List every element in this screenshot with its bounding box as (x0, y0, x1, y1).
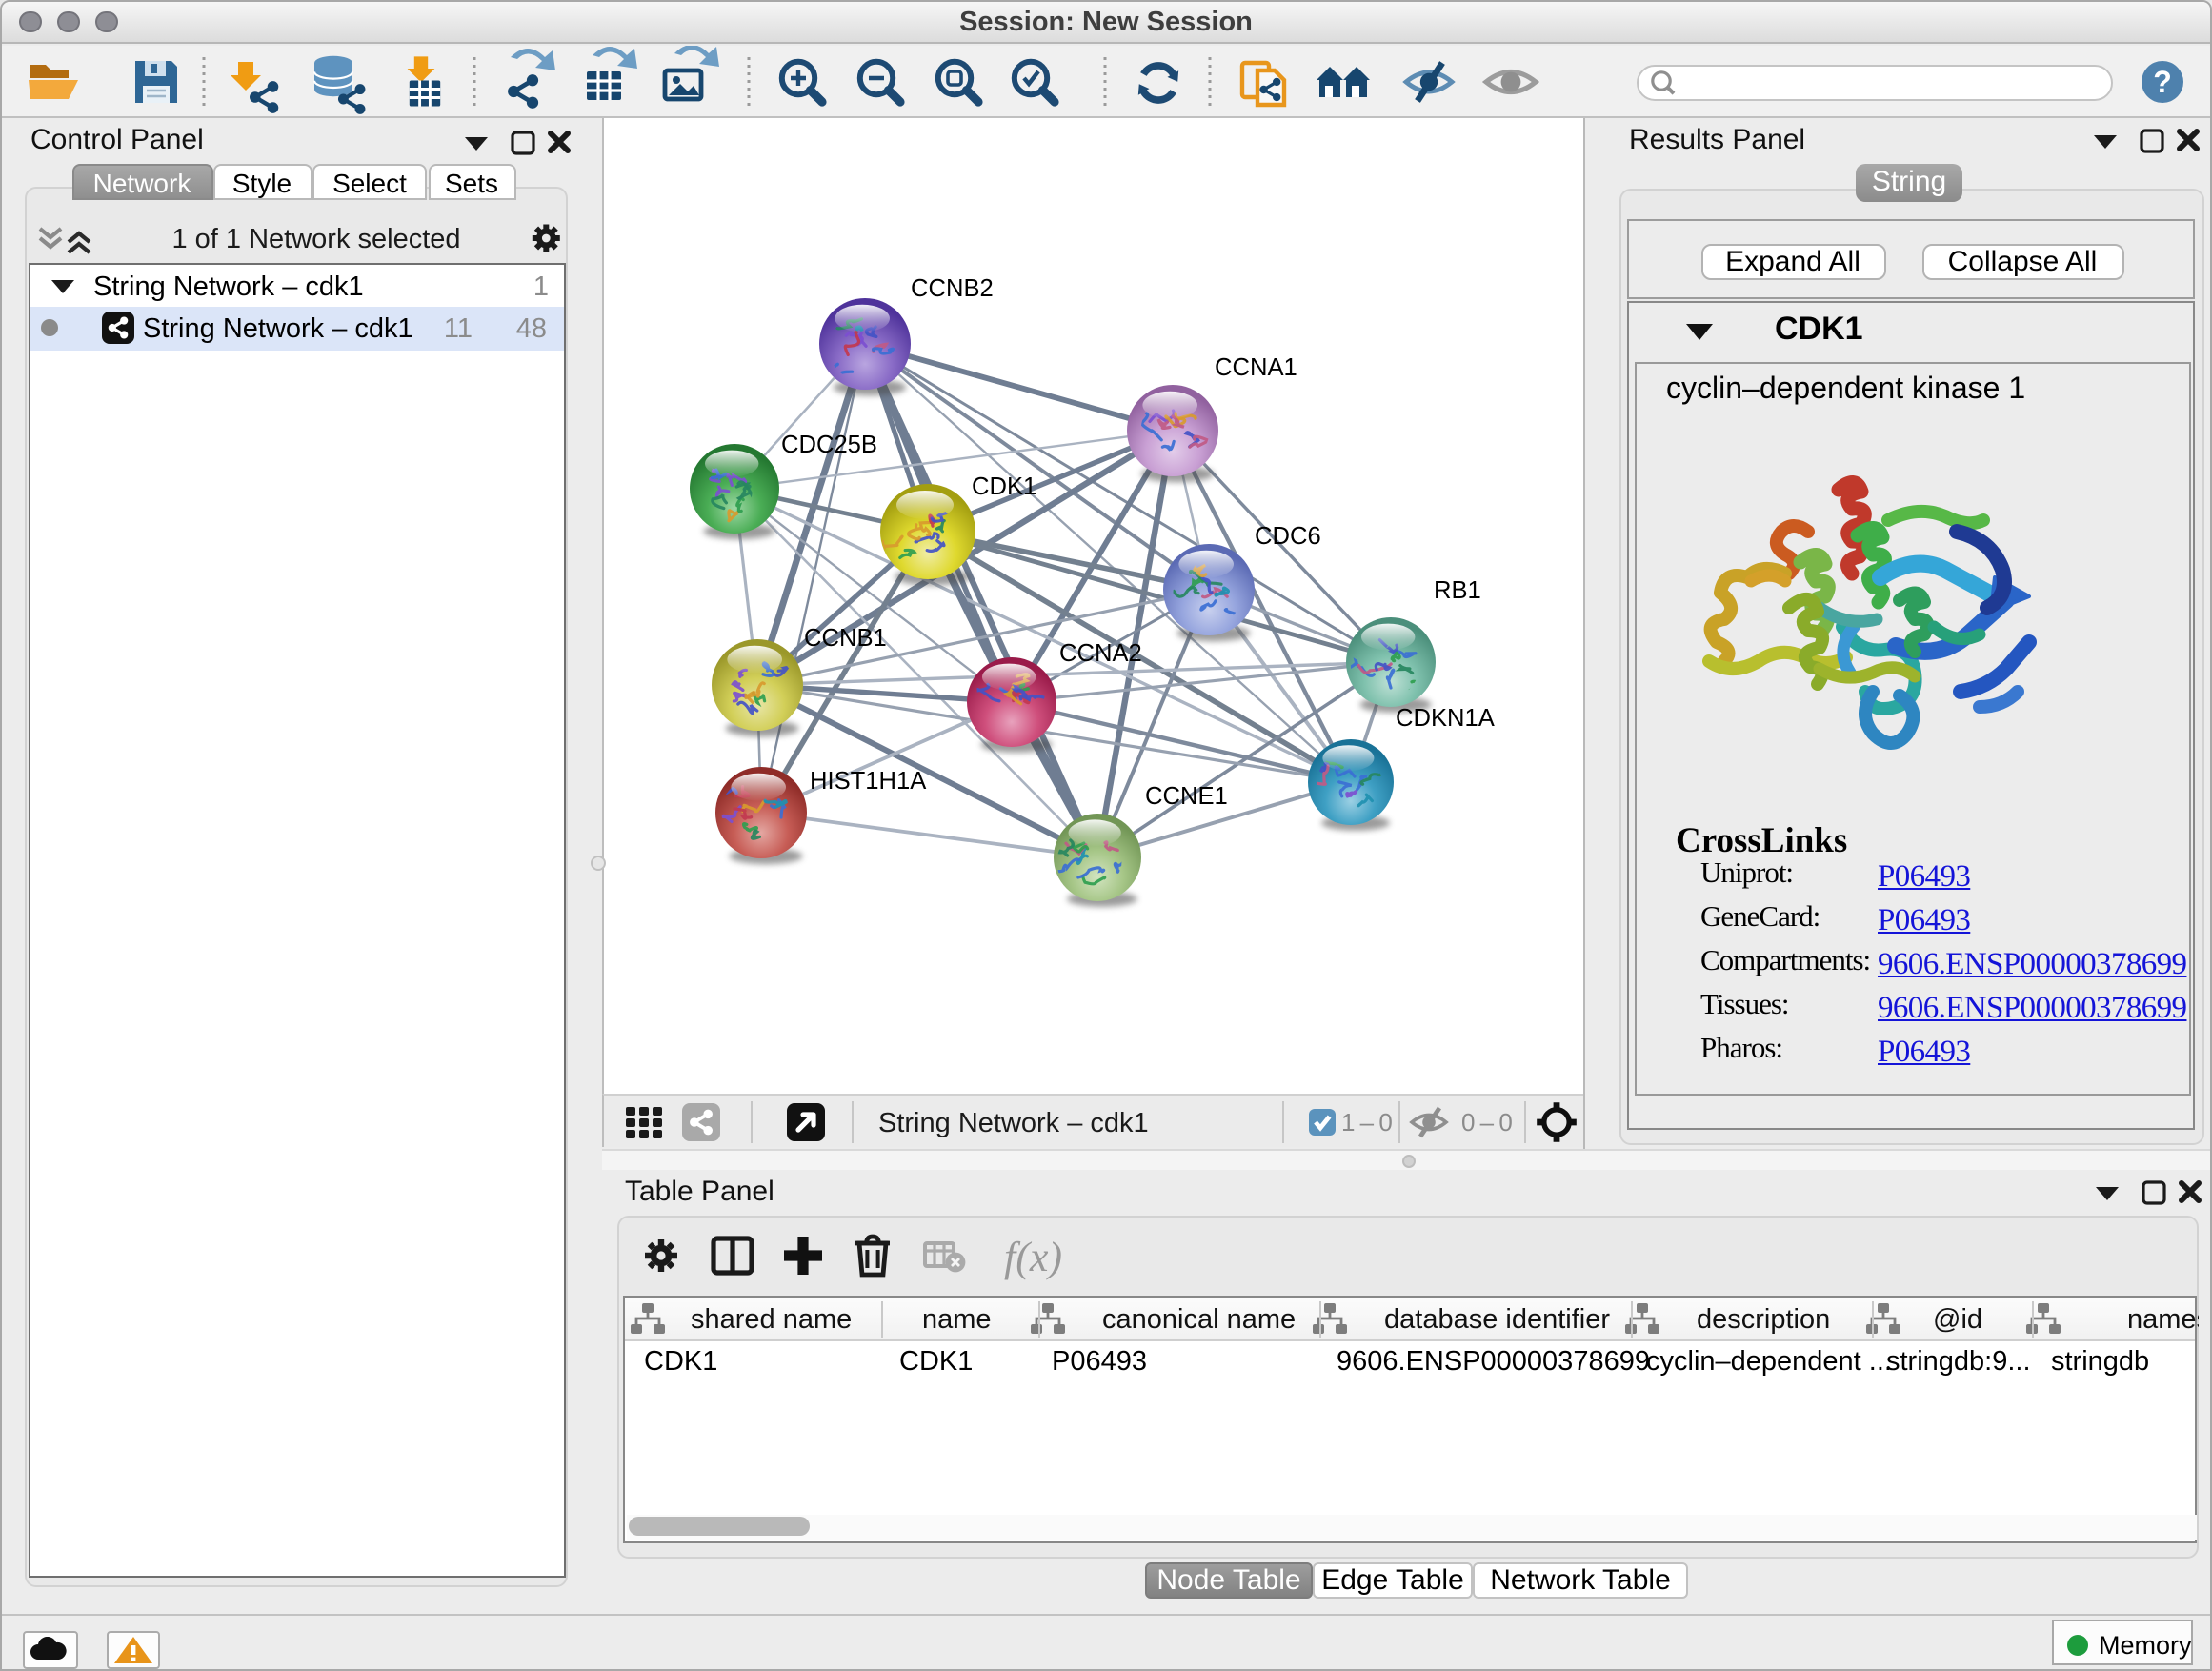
svg-text:String Network – cdk1: String Network – cdk1 (142, 313, 412, 344)
svg-text:1 of 1 Network selected: 1 of 1 Network selected (171, 224, 460, 254)
svg-text:48: 48 (515, 313, 546, 344)
svg-text:CCNE1: CCNE1 (1145, 783, 1228, 810)
svg-text:CCNB1: CCNB1 (804, 625, 887, 652)
svg-text:0 – 0: 0 – 0 (1461, 1108, 1512, 1137)
svg-text:String Network – cdk1: String Network – cdk1 (92, 272, 363, 302)
svg-text:CDC6: CDC6 (1255, 523, 1321, 550)
svg-text:1 – 0: 1 – 0 (1341, 1108, 1392, 1137)
svg-text:CCNB2: CCNB2 (911, 275, 994, 302)
svg-text:CCNA2: CCNA2 (1059, 640, 1142, 667)
svg-text:namespac: namespac (2126, 1304, 2198, 1335)
svg-text:f(x): f(x) (1003, 1233, 1061, 1279)
svg-text:canonical name: canonical name (1101, 1304, 1295, 1335)
svg-text:CCNA1: CCNA1 (1215, 354, 1297, 381)
svg-text:@id: @id (1932, 1304, 1981, 1335)
svg-text:shared name: shared name (690, 1304, 851, 1335)
svg-text:description: description (1696, 1304, 1829, 1335)
svg-text:database identifier: database identifier (1383, 1304, 1609, 1335)
svg-text:HIST1H1A: HIST1H1A (810, 768, 927, 795)
svg-text:name: name (921, 1304, 991, 1335)
svg-text:1: 1 (533, 272, 548, 302)
svg-text:RB1: RB1 (1434, 577, 1481, 604)
svg-text:11: 11 (443, 313, 472, 344)
svg-text:CDKN1A: CDKN1A (1396, 705, 1496, 732)
svg-text:?: ? (2153, 65, 2172, 99)
svg-text:CDC25B: CDC25B (781, 432, 877, 458)
svg-text:String Network – cdk1: String Network – cdk1 (878, 1108, 1149, 1138)
svg-text:CDK1: CDK1 (972, 473, 1036, 500)
